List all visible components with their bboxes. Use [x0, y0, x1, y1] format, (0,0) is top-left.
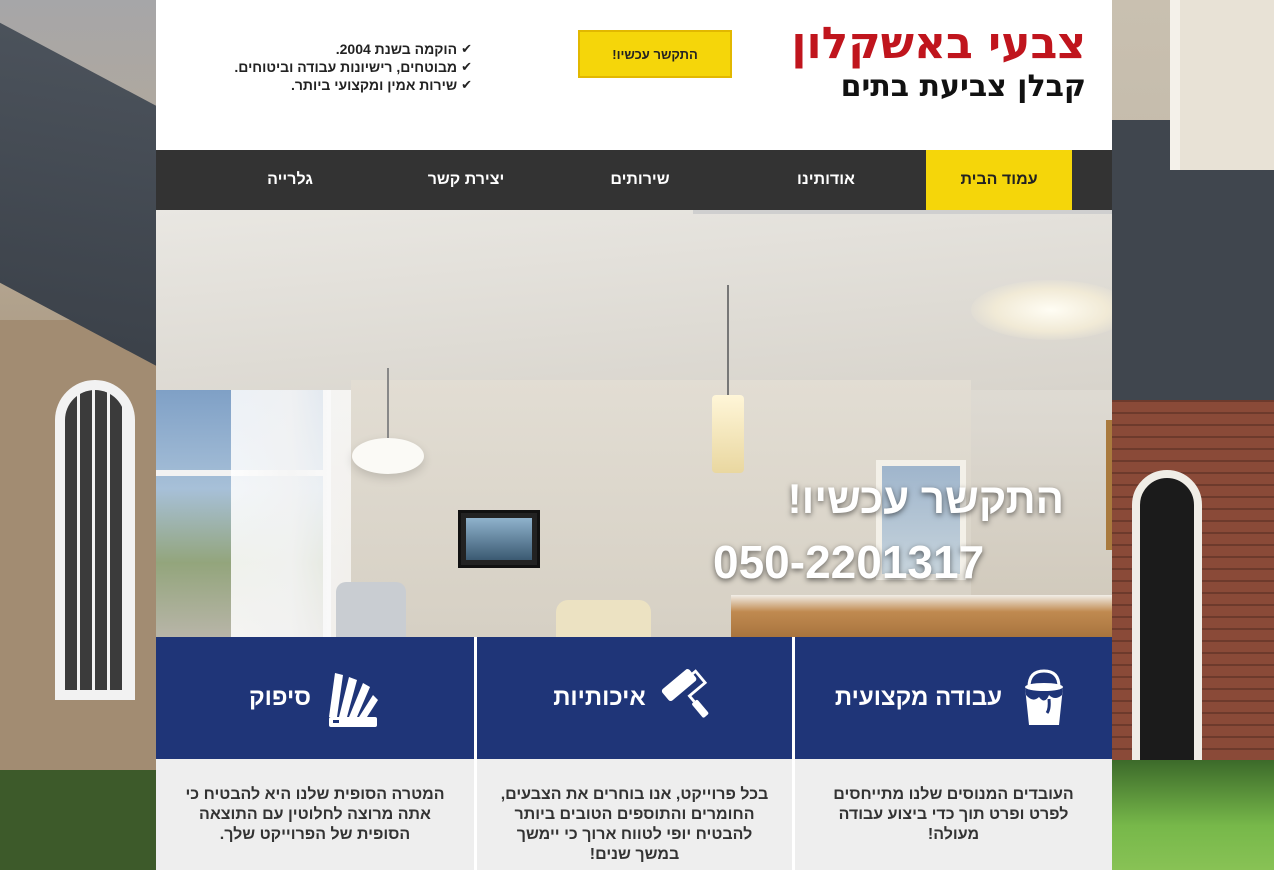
color-swatches-icon: [325, 667, 381, 729]
service-title: איכותיות: [553, 684, 646, 711]
paint-bucket-icon: [1016, 667, 1072, 729]
service-text: המטרה הסופית שלנו היא להבטיח כי אתה מרוצ…: [156, 759, 474, 870]
service-text: העובדים המנוסים שלנו מתייחסים לפרט ופרט …: [795, 759, 1112, 870]
brand: צבעי באשקלון קבלן צביעת בתים: [791, 18, 1086, 106]
background-gable-right: [1170, 0, 1274, 170]
service-title: סיפוק: [248, 684, 312, 711]
hero-ceiling: [156, 210, 1112, 390]
feature-item: ✔ הוקמה בשנת 2004.: [212, 40, 472, 58]
brand-title[interactable]: צבעי באשקלון: [791, 18, 1086, 70]
features-list: ✔ הוקמה בשנת 2004. ✔ מבוטחים, רישיונות ע…: [212, 40, 472, 94]
main-nav: עמוד הבית אודותינו שירותים יצירת קשר גלר…: [156, 150, 1112, 210]
background-grass-right: [1112, 760, 1274, 870]
nav-item-contact[interactable]: יצירת קשר: [378, 150, 554, 210]
services-section: עבודה מקצועית העובדים המנוסים שלנו מתייח…: [156, 637, 1112, 870]
hero-armchair: [336, 582, 406, 637]
hero-title: התקשר עכשיו!: [787, 475, 1064, 522]
page-container: צבעי באשקלון קבלן צביעת בתים התקשר עכשיו…: [156, 0, 1112, 870]
nav-item-about[interactable]: אודותינו: [726, 150, 926, 210]
hero-curtain: [231, 390, 351, 637]
nav-underline: [693, 210, 1112, 214]
hero-phone[interactable]: 050-2201317: [713, 535, 984, 589]
paint-roller-icon: [660, 667, 716, 729]
service-title: עבודה מקצועית: [834, 684, 1003, 711]
check-icon: ✔: [461, 41, 472, 56]
check-icon: ✔: [461, 59, 472, 74]
service-text: בכל פרוייקט, אנו בוחרים את הצבעים, החומר…: [477, 759, 792, 870]
nav-item-home[interactable]: עמוד הבית: [926, 150, 1072, 210]
check-icon: ✔: [461, 77, 472, 92]
nav-item-gallery[interactable]: גלרייה: [202, 150, 378, 210]
feature-text: שירות אמין ומקצועי ביותר.: [290, 77, 458, 93]
service-card-satisfaction: סיפוק המטרה הסופית שלנו היא להבטיח כי את…: [156, 637, 477, 870]
service-card-quality: איכותיות בכל פרוייקט, אנו בוחרים את הצבע…: [477, 637, 795, 870]
background-door-right: [1132, 470, 1202, 770]
hero-pendant-lamp: [352, 368, 424, 474]
hero-tv: [458, 510, 540, 568]
feature-text: הוקמה בשנת 2004.: [335, 41, 458, 57]
call-now-button[interactable]: התקשר עכשיו!: [578, 30, 732, 78]
hero-cabinet: [1106, 420, 1112, 550]
feature-item: ✔ מבוטחים, רישיונות עבודה וביטוחים.: [212, 58, 472, 76]
brand-subtitle: קבלן צביעת בתים: [840, 69, 1086, 104]
service-header: איכותיות: [477, 637, 792, 759]
feature-item: ✔ שירות אמין ומקצועי ביותר.: [212, 76, 472, 94]
hero-pendant-lamp: [712, 285, 744, 473]
hero-banner: התקשר עכשיו! 050-2201317: [156, 210, 1112, 637]
background-window-left: [55, 380, 135, 700]
site-header: צבעי באשקלון קבלן צביעת בתים התקשר עכשיו…: [156, 0, 1112, 150]
hero-pouf: [556, 600, 651, 637]
feature-text: מבוטחים, רישיונות עבודה וביטוחים.: [234, 59, 458, 75]
service-header: עבודה מקצועית: [795, 637, 1112, 759]
background-bush-left: [0, 770, 156, 870]
service-header: סיפוק: [156, 637, 474, 759]
service-card-professional: עבודה מקצועית העובדים המנוסים שלנו מתייח…: [795, 637, 1112, 870]
nav-item-services[interactable]: שירותים: [554, 150, 726, 210]
hero-kitchen-counter: [731, 595, 1112, 637]
